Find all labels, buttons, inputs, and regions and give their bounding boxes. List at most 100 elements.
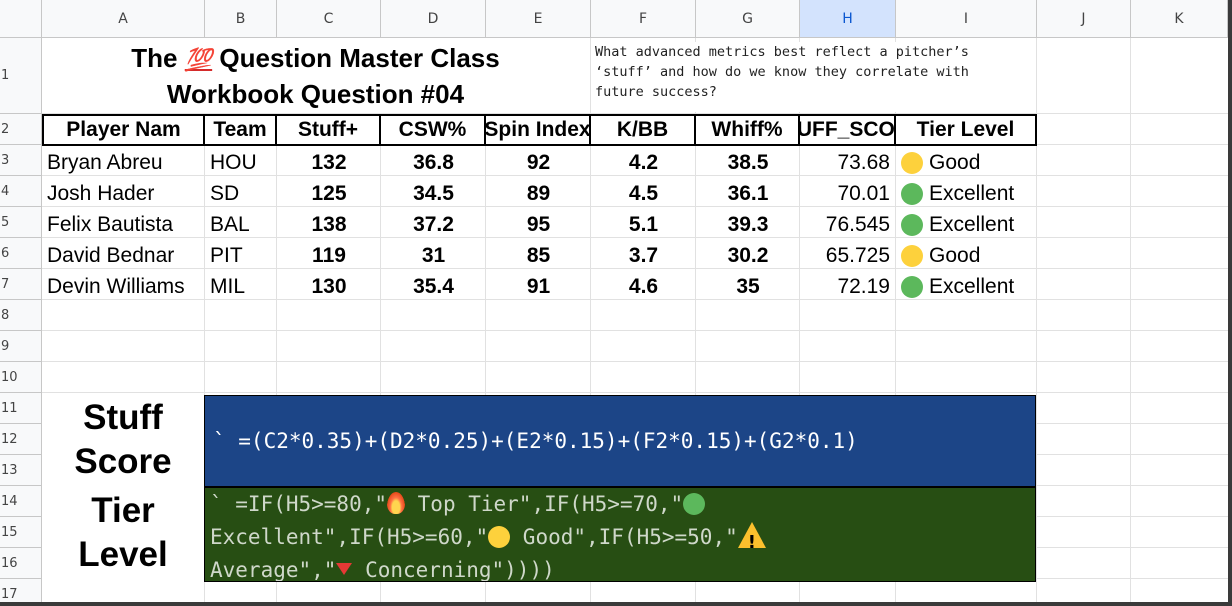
header-spin-index[interactable]: Spin Index xyxy=(486,114,591,146)
cell-stuff-plus[interactable]: 138 xyxy=(277,209,381,240)
green-circle-icon xyxy=(901,182,923,205)
cell-player[interactable]: Felix Bautista xyxy=(42,209,205,240)
row-header-16[interactable]: 16 xyxy=(0,548,42,579)
row-header-14[interactable]: 14 xyxy=(0,486,42,517)
column-header-a[interactable]: A xyxy=(42,0,205,38)
cell-tier-level[interactable]: Excellent xyxy=(896,178,1037,209)
stuff-score-formula[interactable]: ` =(C2*0.35)+(D2*0.25)+(E2*0.15)+(F2*0.1… xyxy=(204,395,1036,487)
cell-spin-index[interactable]: 91 xyxy=(486,271,591,302)
cell-tier-level[interactable]: Good xyxy=(896,147,1037,178)
column-header-e[interactable]: E xyxy=(486,0,591,38)
row-header-3[interactable]: 3 xyxy=(0,145,42,176)
cell-player[interactable]: Josh Hader xyxy=(42,178,205,209)
column-header-g[interactable]: G xyxy=(696,0,800,38)
hundred-points-icon: 💯 xyxy=(184,46,213,72)
title-line-1: The 💯 Question Master Class xyxy=(131,41,499,77)
cell-k-bb[interactable]: 4.2 xyxy=(591,147,696,178)
row-header-2[interactable]: 2 xyxy=(0,114,42,145)
cell-team[interactable]: HOU xyxy=(205,147,277,178)
cell-csw[interactable]: 34.5 xyxy=(381,178,486,209)
cell-tier-level[interactable]: Good xyxy=(896,240,1037,271)
header-player-name[interactable]: Player Nam xyxy=(42,114,205,146)
tier-level-label[interactable]: Tier Level xyxy=(42,486,204,579)
cell-stuff-plus[interactable]: 132 xyxy=(277,147,381,178)
row-header-12[interactable]: 12 xyxy=(0,424,42,455)
cell-stuff-score[interactable]: 70.01 xyxy=(800,178,896,209)
row-header-4[interactable]: 4 xyxy=(0,176,42,207)
column-header-f[interactable]: F xyxy=(591,0,696,38)
cell-stuff-score[interactable]: 72.19 xyxy=(800,271,896,302)
cell-stuff-plus[interactable]: 119 xyxy=(277,240,381,271)
cell-team[interactable]: MIL xyxy=(205,271,277,302)
cell-player[interactable]: Bryan Abreu xyxy=(42,147,205,178)
column-header-b[interactable]: B xyxy=(205,0,277,38)
row-header-8[interactable]: 8 xyxy=(0,300,42,331)
row-header-11[interactable]: 11 xyxy=(0,393,42,424)
question-line-2: ‘stuff’ and how do we know they correlat… xyxy=(595,64,969,80)
cell-team[interactable]: BAL xyxy=(205,209,277,240)
row-header-1[interactable]: 1 xyxy=(0,38,42,114)
column-header-k[interactable]: K xyxy=(1131,0,1228,38)
header-stuff-plus[interactable]: Stuff+ xyxy=(277,114,381,146)
cell-csw[interactable]: 36.8 xyxy=(381,147,486,178)
row-header-5[interactable]: 5 xyxy=(0,207,42,238)
warning-icon xyxy=(737,522,766,559)
cell-k-bb[interactable]: 4.5 xyxy=(591,178,696,209)
cell-k-bb[interactable]: 4.6 xyxy=(591,271,696,302)
column-header-h[interactable]: H xyxy=(800,0,896,38)
select-all-corner[interactable] xyxy=(0,0,42,38)
spreadsheet-grid[interactable]: A B C D E F G H I J K 1 2 3 4 5 6 7 8 9 … xyxy=(0,0,1228,602)
cell-k-bb[interactable]: 5.1 xyxy=(591,209,696,240)
cell-k-bb[interactable]: 3.7 xyxy=(591,240,696,271)
stuff-score-label[interactable]: Stuff Score xyxy=(42,393,204,486)
row-header-10[interactable]: 10 xyxy=(0,362,42,393)
tier-level-formula[interactable]: ` =IF(H5>=80," Top Tier",IF(H5>=70," Exc… xyxy=(204,487,1036,582)
header-stuff-score[interactable]: STUFF_SCORE xyxy=(800,114,896,146)
header-team[interactable]: Team xyxy=(205,114,277,146)
row-header-15[interactable]: 15 xyxy=(0,517,42,548)
cell-team[interactable]: SD xyxy=(205,178,277,209)
question-line-1: What advanced metrics best reflect a pit… xyxy=(595,44,969,60)
row-header-17[interactable]: 17 xyxy=(0,579,42,602)
cell-csw[interactable]: 37.2 xyxy=(381,209,486,240)
title-prefix: The xyxy=(131,42,185,73)
cell-tier-level[interactable]: Excellent xyxy=(896,271,1037,302)
cell-stuff-score[interactable]: 65.725 xyxy=(800,240,896,271)
cell-whiff[interactable]: 35 xyxy=(696,271,800,302)
column-header-j[interactable]: J xyxy=(1037,0,1131,38)
cell-csw[interactable]: 35.4 xyxy=(381,271,486,302)
row-header-6[interactable]: 6 xyxy=(0,238,42,269)
cell-tier-level[interactable]: Excellent xyxy=(896,209,1037,240)
header-tier-level[interactable]: Tier Level xyxy=(896,114,1037,146)
cell-player[interactable]: Devin Williams xyxy=(42,271,205,302)
cell-stuff-score[interactable]: 76.545 xyxy=(800,209,896,240)
cell-spin-index[interactable]: 89 xyxy=(486,178,591,209)
workbook-title[interactable]: The 💯 Question Master Class Workbook Que… xyxy=(42,38,589,113)
formula-text: Top Tier",IF(H5>=70," xyxy=(405,492,684,516)
question-text[interactable]: What advanced metrics best reflect a pit… xyxy=(591,42,1036,112)
cell-spin-index[interactable]: 92 xyxy=(486,147,591,178)
cell-stuff-plus[interactable]: 125 xyxy=(277,178,381,209)
cell-spin-index[interactable]: 85 xyxy=(486,240,591,271)
row-header-13[interactable]: 13 xyxy=(0,455,42,486)
row-header-7[interactable]: 7 xyxy=(0,269,42,300)
formula-text: Concerning")))) xyxy=(352,558,555,582)
cell-whiff[interactable]: 38.5 xyxy=(696,147,800,178)
row-header-9[interactable]: 9 xyxy=(0,331,42,362)
column-header-i[interactable]: I xyxy=(896,0,1037,38)
cell-whiff[interactable]: 36.1 xyxy=(696,178,800,209)
cell-csw[interactable]: 31 xyxy=(381,240,486,271)
cell-whiff[interactable]: 30.2 xyxy=(696,240,800,271)
cell-spin-index[interactable]: 95 xyxy=(486,209,591,240)
header-k-bb[interactable]: K/BB xyxy=(591,114,696,146)
tier-label: Excellent xyxy=(929,181,1015,205)
column-header-d[interactable]: D xyxy=(381,0,486,38)
cell-player[interactable]: David Bednar xyxy=(42,240,205,271)
cell-whiff[interactable]: 39.3 xyxy=(696,209,800,240)
column-header-c[interactable]: C xyxy=(277,0,381,38)
header-whiff[interactable]: Whiff% xyxy=(696,114,800,146)
cell-stuff-plus[interactable]: 130 xyxy=(277,271,381,302)
cell-team[interactable]: PIT xyxy=(205,240,277,271)
cell-stuff-score[interactable]: 73.68 xyxy=(800,147,896,178)
header-csw[interactable]: CSW% xyxy=(381,114,486,146)
